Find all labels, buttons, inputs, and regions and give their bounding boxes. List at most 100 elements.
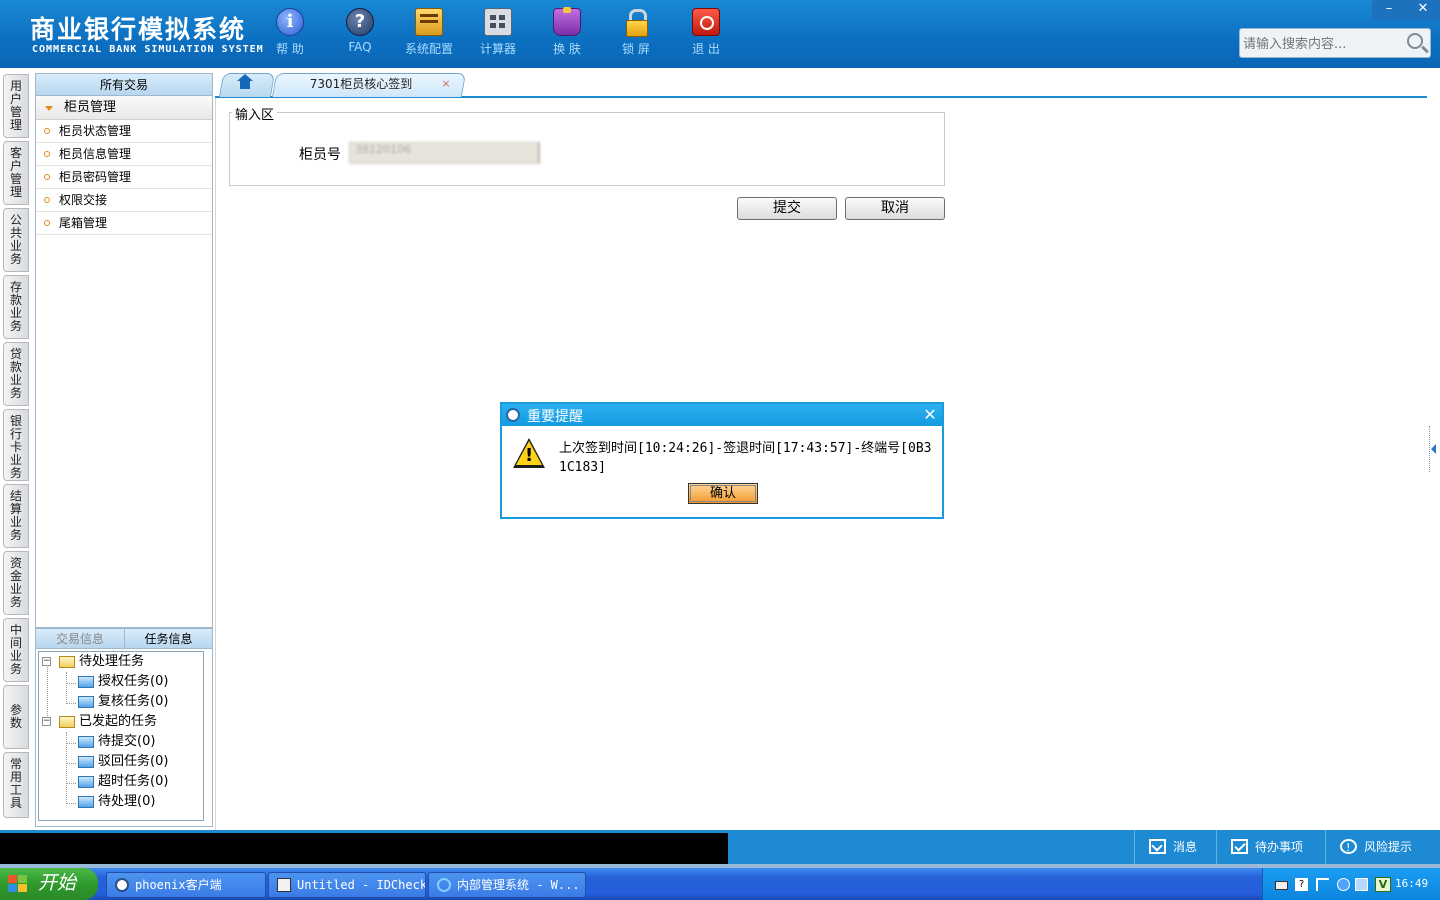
vnav-common-tools[interactable]: 常用工具 [3, 752, 29, 818]
tab-teller-signin-label[interactable]: 7301柜员核心签到 [288, 73, 434, 97]
calculator-button[interactable]: 计算器 [468, 8, 528, 57]
idcheck-icon [277, 878, 291, 892]
vnav-label: 常用工具 [10, 757, 23, 810]
tree-node-rejected[interactable]: 驳回任务(0) [78, 752, 168, 772]
keyboard-icon[interactable] [1275, 881, 1288, 890]
panel-collapse-handle[interactable] [1429, 426, 1437, 472]
tree-node-authorize[interactable]: 授权任务(0) [78, 672, 168, 692]
tree-node-to-process[interactable]: 待处理(0) [78, 792, 155, 812]
vnav-customer-management[interactable]: 客户管理 [3, 141, 29, 205]
task-internal-system[interactable]: 内部管理系统 - W... [428, 872, 586, 898]
vnav-label: 客户管理 [10, 146, 23, 199]
tab-task-info[interactable]: 任务信息 [124, 629, 212, 649]
lock-button[interactable]: 锁 屏 [606, 8, 666, 57]
tree-node-label: 授权任务(0) [98, 674, 169, 689]
vnav-loan-business[interactable]: 贷款业务 [3, 342, 29, 406]
folder-icon [78, 755, 94, 768]
todo-button[interactable]: 待办事项 [1216, 830, 1324, 864]
folder-icon [78, 675, 94, 688]
tree-line [66, 703, 76, 704]
vnav-intermediary-business[interactable]: 中间业务 [3, 618, 29, 682]
help-button[interactable]: 帮 助 [260, 8, 320, 57]
lock-icon [622, 8, 650, 37]
exit-label: 退 出 [692, 42, 720, 56]
tree-line [66, 683, 76, 684]
submit-button[interactable]: 提交 [737, 197, 837, 220]
tab-transaction-info[interactable]: 交易信息 [36, 629, 124, 649]
messages-button[interactable]: 消息 [1134, 830, 1216, 864]
show-hidden-icon[interactable] [1337, 878, 1350, 891]
vnav-user-management[interactable]: 用户管理 [3, 74, 29, 138]
menu-item-label: 柜员密码管理 [59, 170, 132, 184]
menu-item-label: 柜员状态管理 [59, 124, 132, 138]
vnav-fund-business[interactable]: 资金业务 [3, 551, 29, 615]
vnav-label: 中间业务 [10, 623, 23, 676]
window-minimize-button[interactable]: – [1372, 0, 1406, 20]
tree-node-to-submit[interactable]: 待提交(0) [78, 732, 155, 752]
menu-item-teller-password[interactable]: 柜员密码管理 [36, 166, 212, 189]
vnav-settlement-business[interactable]: 结算业务 [3, 484, 29, 548]
menu-item-cash-box[interactable]: 尾箱管理 [36, 212, 212, 235]
faq-button[interactable]: FAQ [330, 8, 390, 54]
help-tray-icon[interactable]: ? [1295, 878, 1308, 891]
vnav-label: 结算业务 [10, 489, 23, 542]
vnav-label: 银行卡业务 [10, 414, 23, 480]
menu-item-permission-handover[interactable]: 权限交接 [36, 189, 212, 212]
teller-management-group[interactable]: 柜员管理 [36, 96, 212, 120]
bullet-icon [44, 197, 50, 203]
tree-node-label: 已发起的任务 [79, 714, 158, 729]
window-close-button[interactable]: ✕ [1406, 0, 1440, 20]
search-icon[interactable] [1407, 33, 1423, 49]
tree-node-timeout[interactable]: 超时任务(0) [78, 772, 168, 792]
group-label: 柜员管理 [64, 100, 117, 115]
menu-item-label: 柜员信息管理 [59, 147, 132, 161]
task-idcheck[interactable]: Untitled - IDCheck [268, 872, 426, 898]
task-phoenix[interactable]: phoenix客户端 [106, 872, 266, 898]
vnav-public-business[interactable]: 公共业务 [3, 208, 29, 272]
help-label: 帮 助 [276, 42, 304, 56]
risk-alert-button[interactable]: 风险提示 [1325, 830, 1440, 865]
tab-close-icon[interactable]: × [440, 75, 452, 93]
skin-label: 换 肤 [553, 42, 581, 56]
clock[interactable]: 16:49 [1395, 868, 1428, 900]
menu-item-teller-status[interactable]: 柜员状态管理 [36, 120, 212, 143]
confirm-button[interactable]: 确认 [688, 483, 758, 504]
cancel-button[interactable]: 取消 [845, 197, 945, 220]
risk-alert-label: 风险提示 [1364, 840, 1413, 854]
collapse-toggle[interactable]: − [42, 717, 51, 726]
network-icon[interactable] [1316, 878, 1329, 891]
config-label: 系统配置 [404, 42, 453, 56]
skin-button[interactable]: 换 肤 [537, 7, 597, 57]
task-label: phoenix客户端 [135, 878, 222, 892]
vnav-card-business[interactable]: 银行卡业务 [3, 409, 29, 481]
collapse-toggle[interactable]: − [42, 657, 51, 666]
menu-item-teller-info[interactable]: 柜员信息管理 [36, 143, 212, 166]
dialog-title: 重要提醒 [527, 409, 583, 425]
antivirus-icon[interactable]: V [1375, 877, 1391, 892]
message-icon [1149, 839, 1166, 854]
input-section-title: 输入区 [232, 104, 278, 123]
search-input[interactable] [1243, 34, 1403, 54]
start-button[interactable]: 开始 [0, 868, 98, 900]
vnav-parameters[interactable]: 参数 [3, 685, 29, 749]
vnav-label: 用户管理 [10, 79, 23, 132]
dialog-close-button[interactable]: ✕ [921, 406, 939, 424]
folder-open-icon [59, 655, 75, 668]
transaction-panel-title[interactable]: 所有交易 [36, 74, 212, 96]
config-button[interactable]: 系统配置 [399, 8, 459, 57]
computer-icon[interactable] [1355, 878, 1368, 891]
vnav-deposit-business[interactable]: 存款业务 [3, 275, 29, 339]
teller-id-label: 柜员号 [299, 147, 341, 163]
tree-node-pending[interactable]: − 待处理任务 [42, 652, 145, 672]
bullet-icon [44, 174, 50, 180]
exit-button[interactable]: 退 出 [676, 8, 736, 57]
home-icon[interactable] [237, 74, 253, 91]
checkbox-icon [1231, 839, 1248, 854]
tree-node-initiated[interactable]: − 已发起的任务 [42, 712, 158, 732]
faq-label: FAQ [348, 40, 372, 54]
teller-id-field[interactable]: 38120106 [349, 142, 540, 164]
task-panel: 交易信息 任务信息 − 待处理任务 授权任务(0) 复核任务(0) − 已发起的… [35, 628, 213, 827]
status-message-area [0, 833, 728, 864]
tree-node-label: 待处理任务 [79, 654, 145, 669]
tree-node-review[interactable]: 复核任务(0) [78, 692, 168, 712]
